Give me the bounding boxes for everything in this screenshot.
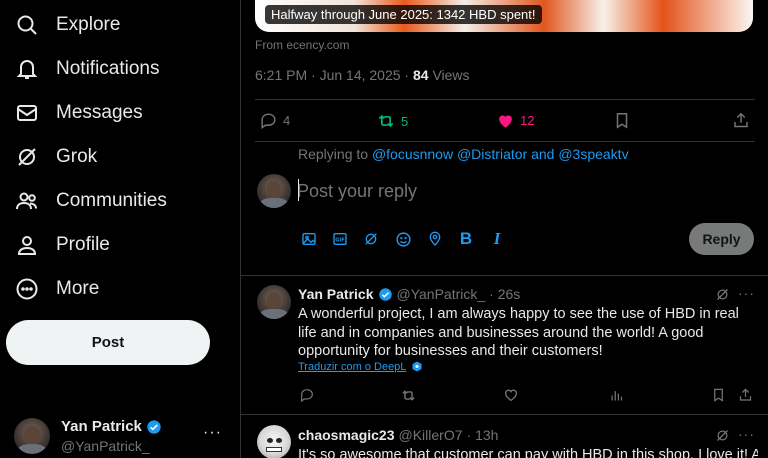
like-count: 12 [520, 113, 535, 128]
sidebar-item-profile[interactable]: Profile [14, 227, 110, 263]
sidebar-item-notifications[interactable]: Notifications [14, 51, 160, 87]
reply-header: chaosmagic23 @KillerO7 · 13h [298, 427, 498, 443]
reply-author-name[interactable]: Yan Patrick [298, 286, 374, 302]
sidebar-item-label: Messages [56, 102, 143, 123]
reply-icon [261, 113, 276, 130]
analytics-icon[interactable] [607, 386, 625, 404]
repost-icon [378, 114, 394, 128]
emoji-icon[interactable] [394, 230, 412, 248]
reply-text: A wonderful project, I am always happy t… [298, 306, 739, 359]
reply-action[interactable]: 4 [259, 111, 290, 130]
more-circle-icon [14, 276, 40, 302]
sidebar-item-explore[interactable]: Explore [14, 7, 120, 43]
reply-count: 4 [283, 113, 291, 128]
deepl-icon [412, 361, 422, 372]
account-handle: @YanPatrick_ [61, 438, 150, 454]
reply-author-name[interactable]: chaosmagic23 [298, 427, 395, 443]
reply-time[interactable]: · 26s [489, 286, 520, 302]
bell-icon [14, 56, 40, 82]
sidebar-item-label: More [56, 278, 100, 299]
avatar[interactable] [257, 425, 291, 458]
gif-icon[interactable]: GIF [331, 230, 349, 248]
link-card-caption: Halfway through June 2025: 1342 HBD spen… [265, 5, 542, 24]
main-column: Halfway through June 2025: 1342 HBD spen… [240, 0, 768, 458]
link-card-image[interactable]: Halfway through June 2025: 1342 HBD spen… [255, 0, 753, 32]
sidebar-item-label: Communities [56, 190, 167, 211]
account-switcher[interactable]: Yan Patrick @YanPatrick_ ··· [14, 416, 228, 456]
post-meta: 6:21 PM · Jun 14, 2025 · 84 Views [255, 67, 470, 83]
avatar [257, 174, 291, 208]
replying-mentions[interactable]: @focusnnow @Distriator and @3speaktv [372, 146, 629, 162]
reply-author-handle[interactable]: @KillerO7 [399, 427, 463, 443]
share-icon [734, 112, 748, 128]
reply-input[interactable] [297, 178, 597, 204]
sidebar-item-communities[interactable]: Communities [14, 183, 167, 219]
replying-to: Replying to @focusnnow @Distriator and @… [298, 146, 629, 162]
sidebar-item-label: Notifications [56, 58, 160, 79]
more-options-icon[interactable]: ··· [738, 285, 755, 301]
reply-time[interactable]: · 13h [467, 427, 499, 443]
bookmark-action[interactable] [613, 111, 631, 130]
text-caret [298, 179, 299, 201]
grok-icon[interactable] [362, 230, 380, 248]
divider [241, 414, 768, 415]
link-card-source[interactable]: From ecency.com [255, 38, 349, 52]
reply-text: It's so awesome that customer can pay wi… [298, 447, 758, 458]
svg-text:GIF: GIF [335, 237, 344, 243]
sidebar-item-label: Profile [56, 234, 110, 255]
sidebar-item-label: Grok [56, 146, 98, 167]
reply-header: Yan Patrick @YanPatrick_ · 26s [298, 286, 520, 302]
share-icon[interactable] [736, 386, 754, 404]
divider [255, 141, 755, 142]
grok-icon[interactable] [713, 426, 731, 444]
account-name-row: Yan Patrick [61, 418, 162, 435]
divider [255, 99, 755, 100]
reply-button[interactable]: Reply [689, 223, 754, 255]
sidebar-item-label: Explore [56, 14, 121, 35]
repost-action[interactable]: 5 [376, 111, 408, 131]
sidebar-item-more[interactable]: More [14, 271, 99, 307]
people-icon [14, 188, 40, 214]
replying-prefix: Replying to [298, 146, 372, 162]
views-label: Views [428, 67, 470, 83]
verified-badge-icon [378, 287, 392, 301]
repost-icon[interactable] [399, 386, 417, 404]
views-count: 84 [412, 67, 429, 83]
sidebar-item-grok[interactable]: Grok [14, 139, 97, 175]
translate-label: Traduzir com o DeepL [298, 360, 407, 373]
reply-icon[interactable] [298, 386, 316, 404]
person-icon [14, 232, 40, 258]
search-icon [14, 12, 40, 38]
heart-icon[interactable] [502, 386, 520, 404]
avatar [14, 418, 50, 454]
post-button[interactable]: Post [6, 320, 210, 365]
like-action[interactable]: 12 [496, 111, 534, 130]
italic-icon[interactable]: I [488, 229, 506, 248]
bookmark-icon[interactable] [709, 386, 727, 404]
repost-count: 5 [401, 113, 409, 129]
account-name: Yan Patrick [61, 418, 142, 435]
more-options-icon[interactable]: ··· [738, 426, 755, 442]
translate-link[interactable]: Traduzir com o DeepL [298, 360, 423, 373]
location-icon[interactable] [426, 230, 444, 248]
heart-filled-icon [499, 115, 512, 128]
sidebar: Explore Notifications Messages Grok Comm… [0, 0, 240, 458]
grok-icon [14, 144, 40, 170]
divider [241, 275, 768, 276]
bookmark-icon [616, 113, 628, 129]
post-timestamp[interactable]: 6:21 PM · Jun 14, 2025 · [255, 67, 413, 83]
share-action[interactable] [732, 111, 750, 130]
bold-icon[interactable]: B [457, 229, 475, 248]
envelope-icon [14, 100, 40, 126]
reply-author-handle[interactable]: @YanPatrick_ [397, 286, 486, 302]
avatar[interactable] [257, 285, 291, 319]
image-icon[interactable] [300, 230, 318, 248]
sidebar-item-messages[interactable]: Messages [14, 95, 143, 131]
grok-icon[interactable] [713, 285, 731, 303]
verified-badge-icon [147, 419, 161, 434]
more-options-icon[interactable]: ··· [203, 424, 222, 442]
